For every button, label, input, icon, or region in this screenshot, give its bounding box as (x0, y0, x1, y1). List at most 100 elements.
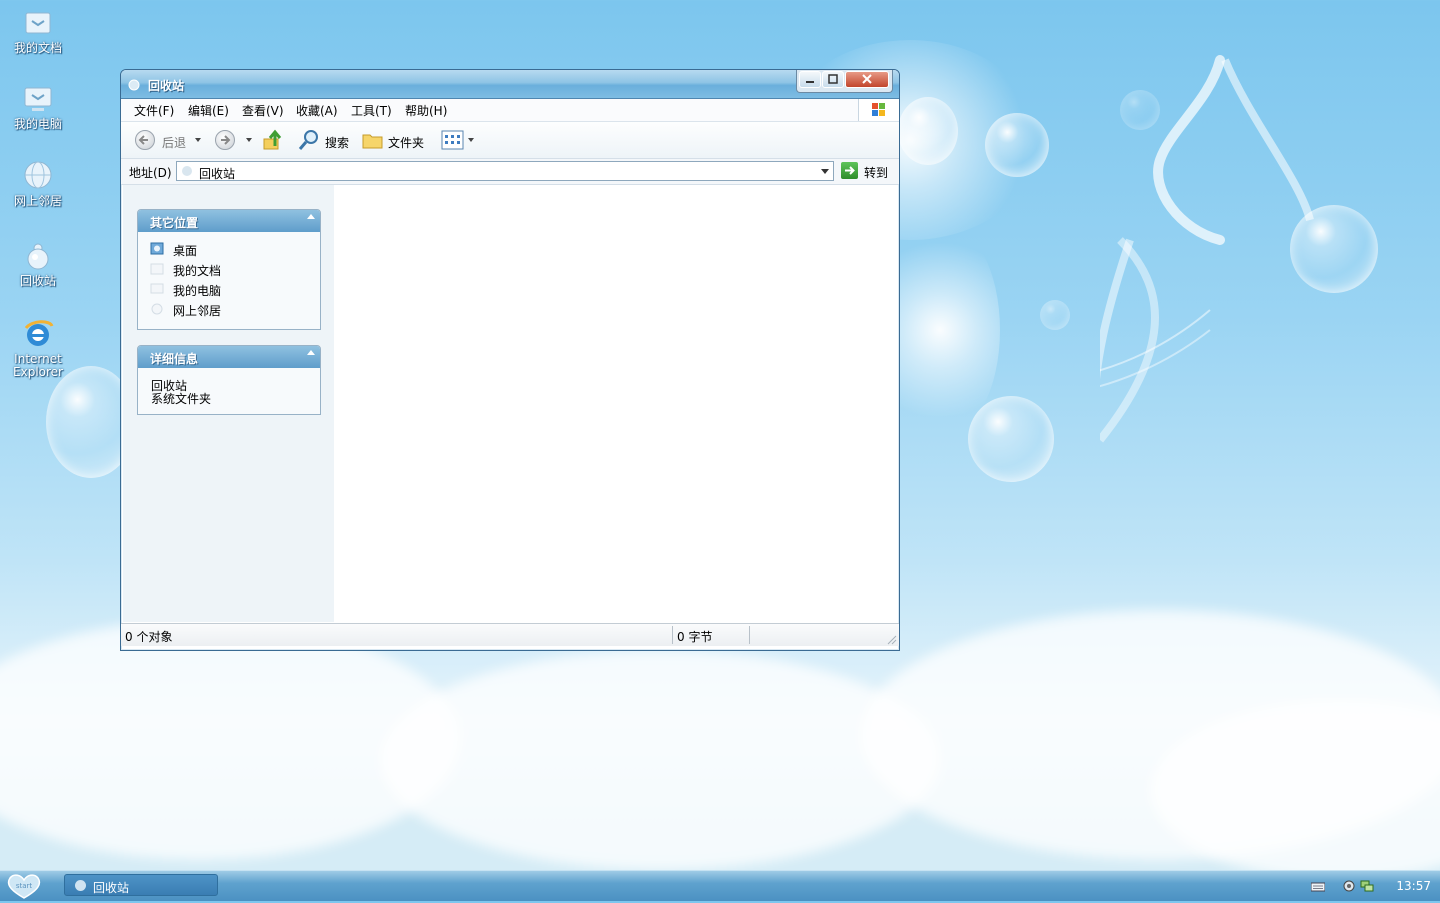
menu-view[interactable]: 查看(V) (242, 102, 284, 119)
folder-icon (362, 134, 383, 149)
recycle-bin-window: 回收站 文件(F) 编辑(E) 查看(V) 收藏(A) 工具(T) 帮助(H) (120, 69, 900, 651)
place-link-label: 桌面 (173, 244, 198, 258)
recycle-bin-icon (75, 880, 86, 891)
menu-edit[interactable]: 编辑(E) (188, 102, 229, 119)
recycle-bin-icon (128, 79, 140, 91)
close-icon (862, 74, 872, 84)
views-button[interactable] (441, 128, 475, 152)
task-pane: 其它位置 桌面 我的文档 我的电脑 网上邻居 详细信息 回收站 系统文件夹 (123, 185, 334, 622)
desktop-icon-label: 我的电脑 (13, 117, 62, 131)
start-label: start (16, 882, 33, 890)
place-link-label: 我的文档 (173, 264, 222, 278)
desktop-icon-network[interactable]: 网上邻居 (0, 160, 76, 208)
chevron-up-icon[interactable] (307, 214, 315, 219)
taskbar: start 回收站 13:57 (0, 870, 1440, 901)
forward-arrow-icon (215, 130, 235, 150)
go-arrow-icon (841, 162, 858, 179)
place-link-my-computer[interactable]: 我的电脑 (138, 279, 320, 299)
details-type: 系统文件夹 (151, 392, 212, 406)
recycle-bin-icon (27, 243, 49, 270)
search-label: 搜索 (325, 136, 350, 150)
internet-explorer-icon (24, 320, 54, 346)
chevron-up-icon[interactable] (307, 350, 315, 355)
computer-icon (24, 87, 52, 111)
status-object-count: 0 个对象 (125, 630, 173, 644)
status-separator (672, 626, 673, 644)
views-icon (441, 130, 464, 150)
status-bar: 0 个对象 0 字节 (121, 623, 899, 646)
folders-label: 文件夹 (388, 136, 425, 150)
keyboard-icon[interactable] (1311, 879, 1325, 893)
close-button[interactable] (845, 71, 889, 88)
chevron-down-icon[interactable] (821, 169, 829, 174)
menu-favorites[interactable]: 收藏(A) (296, 102, 338, 119)
address-input[interactable]: 回收站 (176, 161, 834, 181)
go-button[interactable]: 转到 (840, 161, 899, 181)
recycle-bin-icon (182, 166, 192, 176)
desktop-icon-label: Internet Explorer (13, 352, 63, 379)
minimize-icon (806, 81, 814, 83)
start-heart-icon: start (7, 874, 41, 899)
search-button[interactable]: 搜索 (297, 128, 355, 152)
place-link-my-documents[interactable]: 我的文档 (138, 259, 320, 279)
other-places-header[interactable]: 其它位置 (138, 210, 320, 232)
desktop-icon-my-computer[interactable]: 我的电脑 (0, 83, 76, 131)
up-folder-button[interactable] (261, 128, 287, 152)
documents-icon (150, 263, 164, 275)
folders-button[interactable]: 文件夹 (361, 128, 431, 152)
resize-grip-icon[interactable] (885, 633, 897, 645)
windows-flag-icon (872, 103, 885, 116)
menu-tools[interactable]: 工具(T) (351, 102, 392, 119)
system-tray: 13:57 (1310, 871, 1440, 901)
maximize-icon (828, 74, 838, 84)
chevron-down-icon (468, 138, 474, 142)
start-button[interactable]: start (4, 872, 44, 900)
back-button[interactable]: 后退 (133, 128, 205, 152)
minimize-button[interactable] (799, 71, 821, 88)
go-label: 转到 (864, 166, 889, 180)
other-places-panel: 其它位置 桌面 我的文档 我的电脑 网上邻居 (137, 209, 321, 330)
details-panel: 详细信息 回收站 系统文件夹 (137, 345, 321, 415)
menu-help[interactable]: 帮助(H) (405, 102, 447, 119)
computer-icon (150, 283, 164, 294)
panel-title: 其它位置 (150, 216, 199, 230)
clock: 13:57 (1396, 879, 1431, 893)
desktop-icon-recycle-bin[interactable]: 回收站 (0, 240, 76, 288)
place-link-label: 网上邻居 (173, 304, 222, 318)
network-status-icon[interactable] (1360, 879, 1374, 893)
folder-documents-icon (25, 12, 51, 34)
place-link-label: 我的电脑 (173, 284, 222, 298)
desktop-icon-label: 网上邻居 (13, 194, 62, 208)
status-separator (749, 626, 750, 644)
taskbar-item-label: 回收站 (93, 881, 130, 895)
address-bar: 地址(D) 回收站 转到 (121, 159, 899, 185)
file-list-area[interactable] (334, 185, 897, 622)
title-bar[interactable]: 回收站 (121, 70, 899, 99)
panel-title: 详细信息 (150, 352, 199, 366)
desktop-icon (150, 242, 164, 255)
volume-icon[interactable] (1342, 879, 1356, 893)
desktop-icon-internet-explorer[interactable]: Internet Explorer (0, 318, 76, 379)
details-header[interactable]: 详细信息 (138, 346, 320, 368)
desktop-icon-label: 我的文档 (13, 41, 62, 55)
forward-button[interactable] (213, 128, 255, 152)
taskbar-item-recycle-bin[interactable]: 回收站 (64, 874, 218, 896)
address-value: 回收站 (199, 167, 236, 181)
desktop-icon-label: 回收站 (19, 274, 56, 288)
toolbar: 后退 搜索 文件夹 (121, 122, 899, 159)
network-icon (24, 161, 52, 189)
place-link-desktop[interactable]: 桌面 (138, 239, 320, 259)
maximize-button[interactable] (822, 71, 844, 88)
menu-bar: 文件(F) 编辑(E) 查看(V) 收藏(A) 工具(T) 帮助(H) (121, 99, 899, 122)
address-label: 地址(D) (129, 166, 172, 180)
back-label: 后退 (162, 136, 187, 150)
network-icon (151, 303, 163, 315)
music-note-decor (1100, 55, 1314, 443)
menu-file[interactable]: 文件(F) (134, 102, 174, 119)
window-title: 回收站 (148, 79, 185, 93)
chevron-down-icon (195, 138, 201, 142)
window-controls (796, 70, 893, 93)
desktop-icon-my-documents[interactable]: 我的文档 (0, 7, 76, 55)
status-size: 0 字节 (677, 630, 713, 644)
place-link-network[interactable]: 网上邻居 (138, 299, 320, 319)
